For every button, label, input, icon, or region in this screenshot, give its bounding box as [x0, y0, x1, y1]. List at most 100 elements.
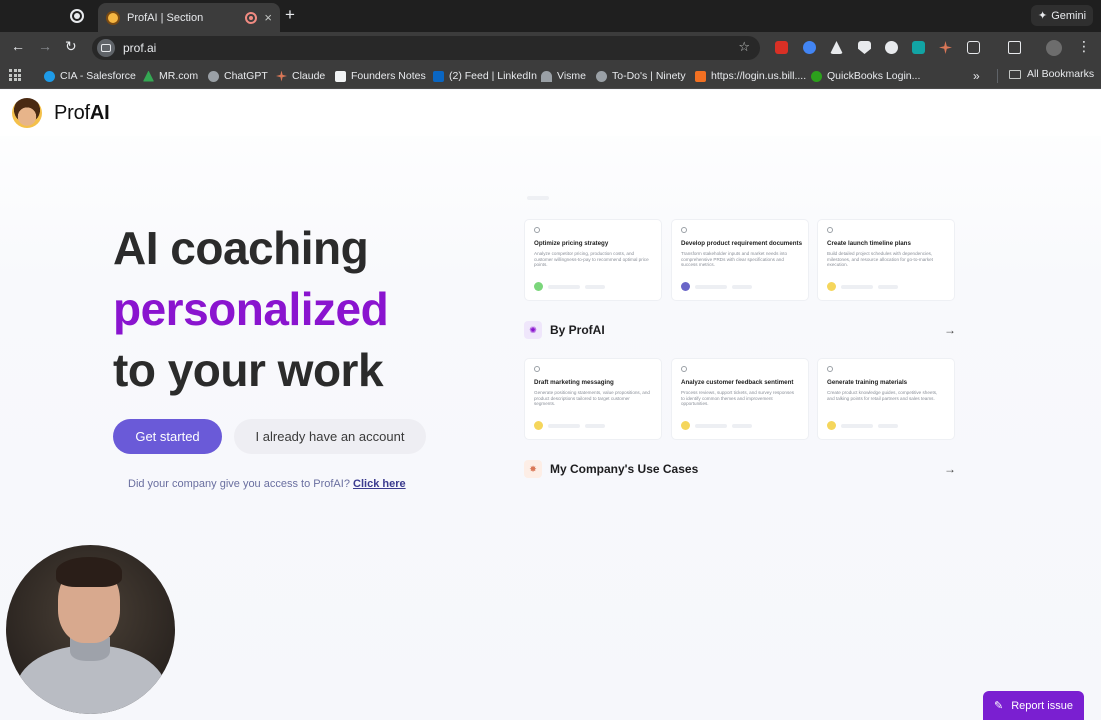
report-issue-button[interactable]: ✎ Report issue: [983, 691, 1084, 720]
use-case-card[interactable]: Create launch timeline plans Build detai…: [818, 220, 954, 300]
bookmarks-bar: CIA - Salesforce MR.com ChatGPT Claude F…: [0, 63, 1101, 89]
section-title-company: My Company's Use Cases: [550, 462, 699, 476]
bookmark-item[interactable]: https://login.us.bill....: [695, 68, 806, 84]
extension-red-icon[interactable]: [775, 41, 788, 54]
company-access-question: Did your company give you access to Prof…: [128, 478, 350, 490]
card-description: Generate positioning statements, value p…: [534, 390, 650, 407]
browser-toolbar: ← → ↻ prof.ai ☆ ⋮: [0, 32, 1101, 63]
pencil-icon: ✎: [994, 700, 1004, 712]
tab-profai[interactable]: ProfAI | Section ×: [98, 3, 280, 32]
category-dot: [827, 282, 836, 291]
bookmark-item[interactable]: Visme: [541, 68, 586, 84]
bookmark-favicon-icon: [208, 70, 219, 82]
card-description: Process reviews, support tickets, and su…: [681, 390, 795, 407]
extension-circle-icon[interactable]: [885, 41, 898, 54]
use-case-card[interactable]: Analyze customer feedback sentiment Proc…: [672, 359, 808, 439]
company-use-cases-section[interactable]: ✸ My Company's Use Cases →: [524, 458, 956, 480]
placeholder-bar: [878, 284, 898, 289]
placeholder-bar: [585, 284, 605, 289]
company-access-prompt: Did your company give you access to Prof…: [128, 478, 406, 490]
all-bookmarks-button[interactable]: All Bookmarks: [1009, 68, 1094, 80]
tab-close-icon[interactable]: ×: [264, 10, 272, 25]
bookmark-item[interactable]: MR.com: [143, 68, 198, 84]
bookmark-item[interactable]: ChatGPT: [208, 68, 268, 84]
tab-search-icon[interactable]: [1008, 41, 1021, 54]
card-footer: [827, 421, 898, 430]
extension-shield-icon[interactable]: [858, 41, 871, 54]
arrow-right-icon[interactable]: →: [944, 323, 956, 337]
bookmark-item[interactable]: Claude: [276, 68, 325, 84]
card-title: Generate training materials: [827, 379, 908, 386]
bookmark-item[interactable]: QuickBooks Login...: [811, 68, 920, 84]
placeholder-bar: [732, 423, 752, 428]
back-arrow-icon[interactable]: ←: [11, 38, 25, 54]
profai-sparkle-icon: ✺: [524, 321, 542, 339]
use-case-card[interactable]: Draft marketing messaging Generate posit…: [525, 359, 661, 439]
site-header: ProfAI: [0, 90, 1101, 136]
new-tab-button[interactable]: +: [285, 5, 295, 25]
sparkle-icon: ✦: [1037, 10, 1048, 22]
profai-logo-avatar[interactable]: [12, 98, 42, 128]
get-started-button[interactable]: Get started: [113, 419, 222, 454]
bookmark-item[interactable]: To-Do's | Ninety: [596, 68, 686, 84]
placeholder-bar: [732, 284, 752, 289]
browser-menu-icon[interactable]: ⋮: [1077, 38, 1091, 55]
profai-favicon-icon: [106, 10, 120, 25]
use-case-card[interactable]: Optimize pricing strategy Analyze compet…: [525, 220, 661, 300]
bookmark-favicon-icon: [596, 70, 607, 82]
card-description: Build detailed project schedules with de…: [827, 251, 933, 268]
card-title: Create launch timeline plans: [827, 240, 911, 247]
reload-icon[interactable]: ↻: [65, 38, 77, 55]
bookmark-favicon-icon: [695, 70, 706, 82]
bookmark-favicon-icon: [44, 70, 55, 82]
extension-arrow-icon[interactable]: [830, 41, 843, 54]
extensions-puzzle-icon[interactable]: [967, 41, 980, 54]
all-bookmarks-label: All Bookmarks: [1027, 68, 1095, 80]
bookmark-item[interactable]: CIA - Salesforce: [44, 68, 136, 84]
apps-grid-icon[interactable]: [9, 69, 21, 81]
gemini-button[interactable]: ✦ Gemini: [1031, 5, 1093, 26]
card-footer: [534, 421, 605, 430]
bookmark-favicon-icon: [143, 70, 154, 82]
placeholder-pill: [527, 196, 549, 200]
category-dot: [827, 421, 836, 430]
bookmark-item[interactable]: (2) Feed | LinkedIn: [433, 68, 537, 84]
site-info-icon[interactable]: [97, 39, 115, 57]
claude-extension-icon[interactable]: [939, 41, 952, 54]
placeholder-bar: [841, 423, 873, 428]
card-title: Draft marketing messaging: [534, 379, 614, 386]
click-here-link[interactable]: Click here: [353, 478, 406, 490]
placeholder-bar: [548, 423, 580, 428]
url-text[interactable]: prof.ai: [123, 41, 156, 55]
use-case-card[interactable]: Generate training materials Create produ…: [818, 359, 954, 439]
brand-logo[interactable]: ProfAI: [54, 102, 110, 125]
placeholder-bar: [878, 423, 898, 428]
tab-title: ProfAI | Section: [127, 11, 204, 24]
forward-arrow-icon[interactable]: →: [38, 38, 52, 54]
bookmark-star-icon[interactable]: ☆: [738, 39, 750, 55]
existing-account-button[interactable]: I already have an account: [234, 419, 426, 454]
address-bar[interactable]: prof.ai ☆: [92, 36, 760, 60]
extension-blue-icon[interactable]: [803, 41, 816, 54]
tab-recording-icon[interactable]: [245, 11, 258, 24]
card-bulb-icon: [827, 366, 833, 372]
presenter-hair: [56, 557, 122, 587]
recording-icon[interactable]: [70, 9, 84, 23]
bookmarks-divider: [997, 69, 998, 83]
profile-avatar[interactable]: [1046, 40, 1062, 56]
folder-icon: [1009, 69, 1021, 79]
use-case-card[interactable]: Develop product requirement documents Tr…: [672, 220, 808, 300]
placeholder-bar: [548, 284, 580, 289]
extension-teal-icon[interactable]: [912, 41, 925, 54]
arrow-right-icon[interactable]: →: [944, 462, 956, 476]
browser-tabstrip: ProfAI | Section × + ✦ Gemini: [0, 0, 1101, 32]
card-footer: [827, 282, 898, 291]
card-title: Analyze customer feedback sentiment: [681, 379, 794, 386]
more-bookmarks-button[interactable]: »: [973, 69, 980, 83]
bookmark-item[interactable]: Founders Notes: [335, 68, 426, 84]
bookmark-favicon-icon: [433, 70, 444, 82]
card-description: Analyze competitor pricing, production c…: [534, 251, 649, 268]
card-bulb-icon: [534, 227, 540, 233]
category-dot: [681, 282, 690, 291]
by-profai-section[interactable]: ✺ By ProfAI →: [524, 319, 956, 341]
